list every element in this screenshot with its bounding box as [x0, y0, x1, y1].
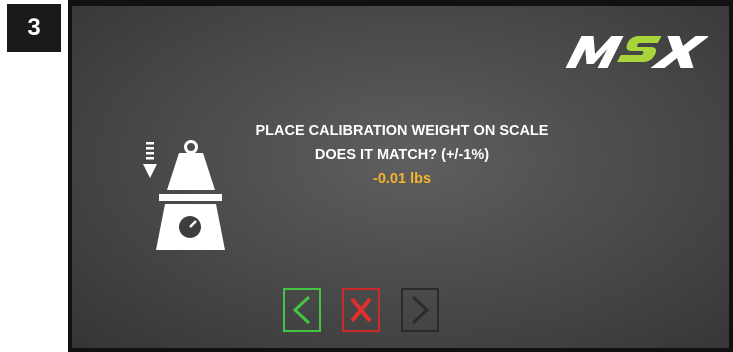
device-screen: PLACE CALIBRATION WEIGHT ON SCALE DOES I…: [68, 0, 733, 352]
chevron-left-icon: [292, 295, 311, 325]
back-button[interactable]: [283, 288, 321, 332]
chevron-right-icon: [411, 295, 430, 325]
next-button[interactable]: [401, 288, 439, 332]
instruction-text: PLACE CALIBRATION WEIGHT ON SCALE: [255, 123, 549, 139]
calibration-message: PLACE CALIBRATION WEIGHT ON SCALE DOES I…: [172, 119, 632, 191]
cancel-button[interactable]: [342, 288, 380, 332]
msx-logo: [565, 36, 708, 68]
weight-reading: -0.01 lbs: [372, 171, 432, 187]
question-text: DOES IT MATCH? (+/-1%): [314, 147, 490, 163]
screen-display: PLACE CALIBRATION WEIGHT ON SCALE DOES I…: [72, 6, 729, 348]
x-icon: [350, 297, 372, 323]
step-number-badge: 3: [7, 4, 61, 52]
